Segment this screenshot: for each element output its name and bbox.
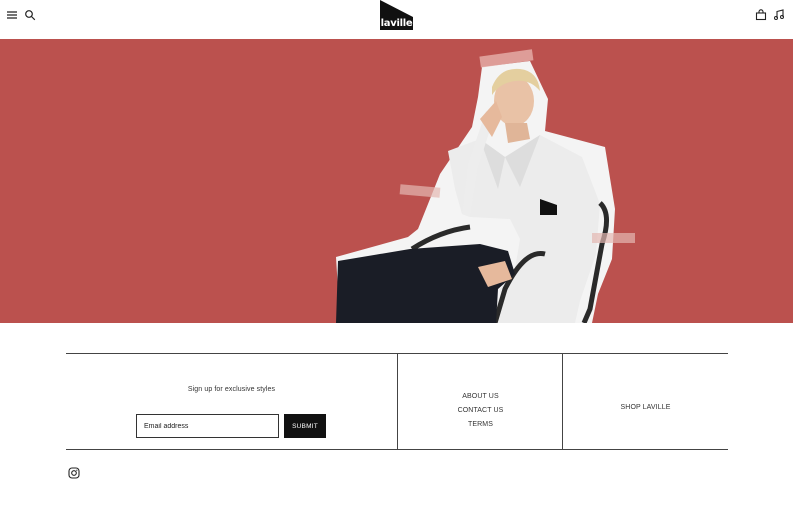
terms-link[interactable]: TERMS: [398, 418, 563, 432]
submit-button[interactable]: SUBMIT: [284, 414, 326, 438]
site-header: laville: [0, 0, 793, 39]
hero-model-image: [336, 49, 635, 323]
shop-laville-link[interactable]: SHOP LAVILLE: [563, 404, 728, 411]
brand-logo[interactable]: laville: [380, 0, 413, 30]
footer-panel: Sign up for exclusive styles SUBMIT ABOU…: [66, 353, 728, 450]
email-input[interactable]: [136, 414, 279, 438]
hero-banner: [0, 39, 793, 323]
search-icon[interactable]: [24, 9, 36, 21]
header-left-actions: [6, 9, 36, 21]
logo-text: laville: [380, 18, 413, 29]
menu-icon[interactable]: [6, 9, 18, 21]
footer-links: ABOUT US CONTACT US TERMS: [398, 390, 563, 432]
music-icon[interactable]: [773, 9, 785, 21]
signup-text: Sign up for exclusive styles: [187, 386, 276, 393]
header-right-actions: [755, 9, 785, 21]
bag-icon[interactable]: [755, 9, 767, 21]
contact-us-link[interactable]: CONTACT US: [398, 404, 563, 418]
instagram-icon[interactable]: [68, 467, 80, 479]
about-us-link[interactable]: ABOUT US: [398, 390, 563, 404]
